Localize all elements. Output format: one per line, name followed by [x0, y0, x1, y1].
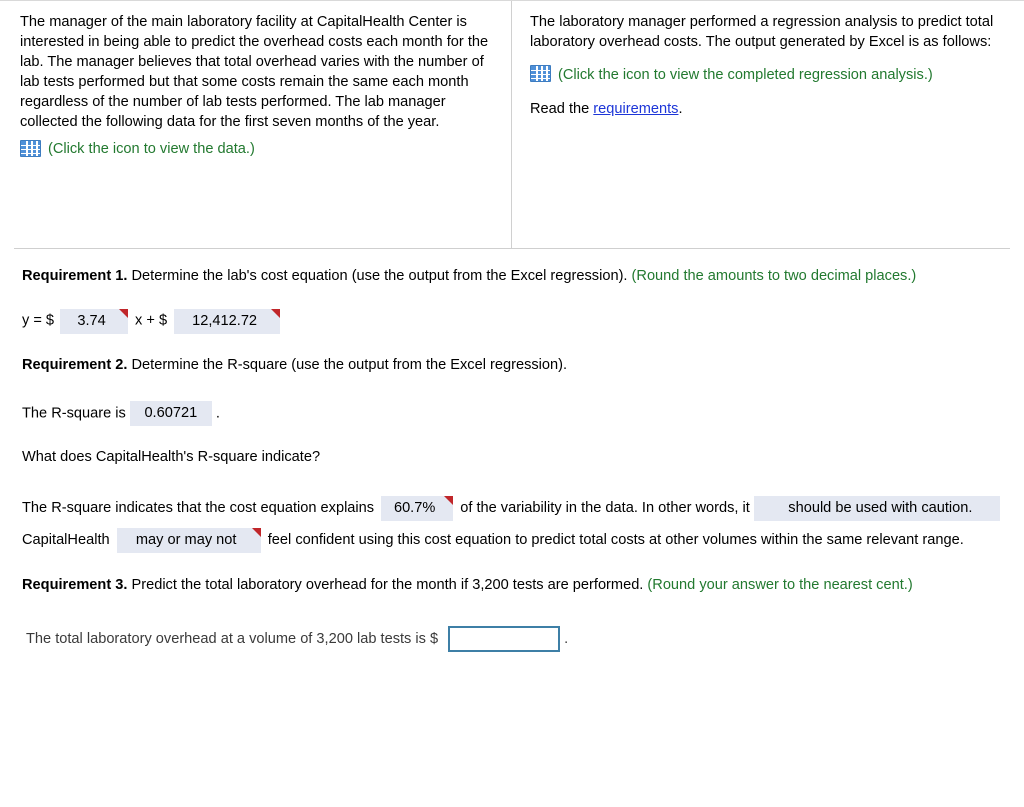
requirement-1-hint: (Round the amounts to two decimal places… [631, 268, 917, 284]
requirement-2-prompt: Determine the R-square (use the output f… [127, 356, 568, 373]
requirement-2-label: Requirement 2. [22, 356, 128, 373]
indication-part1: The R-square indicates that the cost equ… [22, 499, 375, 516]
requirements-body: Requirement 1. Determine the lab's cost … [0, 249, 1024, 652]
read-requirements-suffix: . [678, 100, 683, 117]
total-overhead-input[interactable] [448, 625, 561, 652]
view-data-link-row[interactable]: (Click the icon to view the data.) [20, 139, 497, 160]
view-regression-link-row[interactable]: (Click the icon to view the completed re… [530, 60, 1010, 90]
requirement-3-answer-row: The total laboratory overhead at a volum… [22, 625, 1004, 652]
requirement-3-heading: Requirement 3. Predict the total laborat… [22, 576, 1004, 596]
problem-left-text: The manager of the main laboratory facil… [20, 14, 489, 130]
cost-equation-row: y = $ 3.74 x + $ 12,412.72 [22, 308, 1004, 334]
equation-prefix: y = $ [22, 312, 55, 329]
indication-part3: CapitalHealth [22, 531, 110, 548]
requirement-1-label: Requirement 1. [22, 268, 128, 284]
indication-part2: of the variability in the data. In other… [460, 499, 750, 516]
rsquare-answer-row: The R-square is 0.60721. [22, 400, 1004, 426]
percent-variability-input[interactable]: 60.7% [381, 495, 454, 521]
requirement-2-heading: Requirement 2. Determine the R-square (u… [22, 356, 1004, 376]
final-answer-prefix: The total laboratory overhead at a volum… [26, 630, 439, 647]
rsquare-question: What does CapitalHealth's R-square indic… [22, 448, 321, 465]
rsquare-indication-paragraph: The R-square indicates that the cost equ… [22, 492, 1004, 556]
rsquare-input[interactable]: 0.60721 [129, 400, 212, 426]
rsquare-suffix: . [215, 405, 220, 422]
problem-statement-area: The manager of the main laboratory facil… [0, 0, 1024, 248]
requirement-3-hint: (Round your answer to the nearest cent.) [647, 576, 913, 593]
equation-middle: x + $ [135, 312, 168, 329]
table-grid-icon[interactable] [530, 64, 551, 82]
rsquare-prefix: The R-square is [22, 405, 126, 422]
problem-left-panel: The manager of the main laboratory facil… [0, 1, 512, 248]
final-answer-suffix: . [564, 630, 569, 647]
view-regression-link-text[interactable]: (Click the icon to view the completed re… [558, 67, 933, 83]
confidence-dropdown[interactable]: may or may not [116, 527, 261, 553]
slope-input[interactable]: 3.74 [60, 308, 129, 334]
indication-part4: feel confident using this cost equation … [267, 531, 964, 548]
requirement-3-label: Requirement 3. [22, 576, 128, 593]
intercept-input[interactable]: 12,412.72 [174, 308, 281, 334]
problem-right-text: The laboratory manager performed a regre… [530, 14, 994, 50]
requirement-1-heading: Requirement 1. Determine the lab's cost … [22, 267, 1004, 287]
requirement-3-prompt: Predict the total laboratory overhead fo… [127, 576, 648, 593]
read-requirements-prefix: Read the [530, 100, 594, 117]
requirement-1-prompt: Determine the lab's cost equation (use t… [127, 268, 632, 284]
requirements-link[interactable]: requirements [593, 101, 678, 117]
caution-dropdown[interactable]: should be used with caution. [753, 495, 1000, 521]
table-grid-icon[interactable] [20, 139, 41, 157]
view-data-link-text[interactable]: (Click the icon to view the data.) [48, 140, 255, 160]
read-requirements-row: Read the requirements. [530, 100, 1010, 120]
problem-right-panel: The laboratory manager performed a regre… [512, 1, 1024, 248]
